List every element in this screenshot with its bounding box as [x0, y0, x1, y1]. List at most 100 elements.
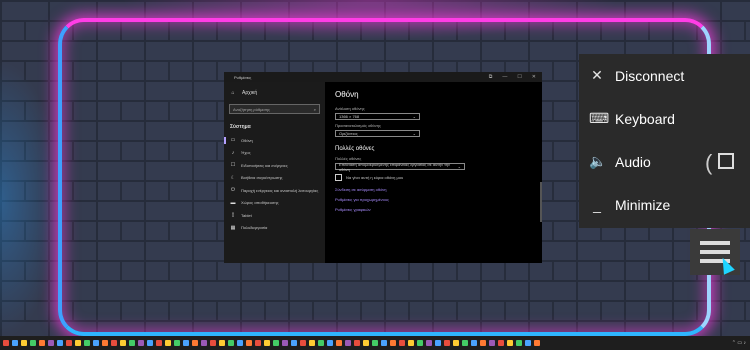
taskbar-app-icon[interactable]	[75, 340, 81, 346]
taskbar-app-icon[interactable]	[93, 340, 99, 346]
taskbar-app-icon[interactable]	[354, 340, 360, 346]
taskbar-app-icon[interactable]	[426, 340, 432, 346]
taskbar-app-icon[interactable]	[309, 340, 315, 346]
taskbar-app-icon[interactable]	[192, 340, 198, 346]
taskbar-app-icon[interactable]	[138, 340, 144, 346]
maximize-window-button[interactable]: ☐	[517, 74, 521, 80]
taskbar-app-icon[interactable]	[480, 340, 486, 346]
taskbar-app-icon[interactable]	[30, 340, 36, 346]
taskbar-app-icon[interactable]	[417, 340, 423, 346]
resolution-dropdown[interactable]: 1366 × 768 ⌄	[335, 113, 420, 120]
taskbar-app-icon[interactable]	[372, 340, 378, 346]
sidebar-item[interactable]: ♪ Ήχος	[224, 147, 325, 160]
resolution-label: Ανάλυση οθόνης	[335, 106, 365, 111]
sidebar-item[interactable]: ▯ Tablet	[224, 209, 325, 222]
partial-checkbox-icon	[718, 153, 734, 169]
taskbar-app-icon[interactable]	[381, 340, 387, 346]
close-window-button[interactable]: ✕	[532, 74, 536, 80]
taskbar-app-icon[interactable]	[201, 340, 207, 346]
sidebar-item-label: Πολυδιεργασία	[241, 225, 268, 231]
taskbar-app-icon[interactable]	[48, 340, 54, 346]
taskbar-app-icon[interactable]	[183, 340, 189, 346]
taskbar-app-icon[interactable]	[102, 340, 108, 346]
taskbar-app-icon[interactable]	[498, 340, 504, 346]
taskbar-app-icon[interactable]	[39, 340, 45, 346]
multiple-displays-label: Πολλές οθόνες	[335, 156, 362, 161]
orientation-dropdown[interactable]: Οριζόντιος ⌄	[335, 130, 420, 137]
taskbar-app-icon[interactable]	[507, 340, 513, 346]
taskbar-app-icon[interactable]	[327, 340, 333, 346]
advanced-settings-link[interactable]: Ρυθμίσεις για προχωρημένους	[335, 197, 532, 202]
taskbar-app-icon[interactable]	[399, 340, 405, 346]
graphics-settings-link[interactable]: Ρυθμίσεις γραφικών	[335, 207, 532, 212]
taskbar-app-icon[interactable]	[237, 340, 243, 346]
taskbar-app-icon[interactable]	[255, 340, 261, 346]
taskbar-app-icon[interactable]	[147, 340, 153, 346]
taskbar-app-icon[interactable]	[516, 340, 522, 346]
taskbar-app-icon[interactable]	[318, 340, 324, 346]
settings-window: Ρυθμίσεις ⧉ — ☐ ✕ ⌂ Αρχική Αναζήτηση ρύθ…	[224, 72, 542, 263]
taskbar-app-icon[interactable]	[300, 340, 306, 346]
system-tray[interactable]: ⌃ ▭ ♪	[732, 340, 750, 346]
taskbar-app-icon[interactable]	[174, 340, 180, 346]
taskbar-app-icon[interactable]	[210, 340, 216, 346]
taskbar-app-icon[interactable]	[66, 340, 72, 346]
taskbar-app-icon[interactable]	[3, 340, 9, 346]
taskbar-app-icon[interactable]	[534, 340, 540, 346]
sidebar-home[interactable]: ⌂ Αρχική	[224, 82, 325, 100]
taskbar-app-icon[interactable]	[525, 340, 531, 346]
taskbar-app-icon[interactable]	[435, 340, 441, 346]
taskbar-app-icon[interactable]	[390, 340, 396, 346]
sidebar-item[interactable]: ▦ Πολυδιεργασία	[224, 222, 325, 235]
taskbar-app-icon[interactable]	[12, 340, 18, 346]
taskbar-app-icon[interactable]	[363, 340, 369, 346]
taskbar-app-icon[interactable]	[156, 340, 162, 346]
taskbar-app-icon[interactable]	[291, 340, 297, 346]
menu-item-minimize[interactable]: _ Minimize	[579, 183, 750, 226]
sidebar-item[interactable]: ▭ Οθόνη	[224, 134, 325, 147]
settings-search-input[interactable]: Αναζήτηση ρύθμισης ⌕	[229, 104, 320, 114]
taskbar-app-icon[interactable]	[246, 340, 252, 346]
partial-paren-glyph: (	[705, 150, 713, 175]
menu-item-keyboard[interactable]: ⌨ Keyboard	[579, 97, 750, 140]
remote-session-menu: ✕ Disconnect ⌨ Keyboard 🔈 Audio _ Minimize	[579, 54, 750, 228]
multiple-displays-dropdown[interactable]: Επέκταση απομακρυσμένης επιφάνειας εργασ…	[335, 162, 465, 172]
menu-item-disconnect[interactable]: ✕ Disconnect	[579, 54, 750, 97]
scrollbar[interactable]	[540, 182, 542, 222]
taskbar-app-icon[interactable]	[120, 340, 126, 346]
taskbar-app-icon[interactable]	[462, 340, 468, 346]
sidebar-item-label: Βοήθεια συγκέντρωσης	[241, 175, 283, 181]
sidebar-item[interactable]: ▬ Χώρος αποθήκευσης	[224, 197, 325, 210]
monitor-icon: ▭	[230, 137, 236, 144]
taskbar-app-icon[interactable]	[453, 340, 459, 346]
taskbar-app-icon[interactable]	[345, 340, 351, 346]
taskbar-app-icon[interactable]	[264, 340, 270, 346]
taskbar-app-icon[interactable]	[111, 340, 117, 346]
main-display-checkbox[interactable]: Να γίνει αυτή η κύρια οθόνη μου	[335, 174, 532, 181]
compact-overlay-button[interactable]: ⧉	[489, 74, 493, 80]
taskbar-app-icon[interactable]	[84, 340, 90, 346]
sidebar-item[interactable]: ☾ Βοήθεια συγκέντρωσης	[224, 172, 325, 185]
taskbar-app-icon[interactable]	[282, 340, 288, 346]
sidebar-item[interactable]: ☐ Ειδοποιήσεις και ενέργειες	[224, 159, 325, 172]
taskbar-app-icon[interactable]	[273, 340, 279, 346]
sidebar-item[interactable]: ⏻ Παροχή ενέργειας και αναστολή λειτουργί…	[224, 184, 325, 197]
sidebar-group-title: Σύστημα	[230, 124, 251, 130]
taskbar: ⌃ ▭ ♪	[0, 336, 750, 350]
chevron-down-icon: ⌄	[457, 164, 461, 169]
focus-assist-icon: ☾	[230, 174, 236, 181]
taskbar-app-icon[interactable]	[219, 340, 225, 346]
taskbar-app-icon[interactable]	[408, 340, 414, 346]
wireless-display-link[interactable]: Σύνδεση σε ασύρματη οθόνη	[335, 187, 532, 192]
minimize-icon: _	[593, 196, 601, 213]
taskbar-app-icon[interactable]	[165, 340, 171, 346]
minimize-window-button[interactable]: —	[502, 74, 507, 80]
taskbar-app-icon[interactable]	[21, 340, 27, 346]
taskbar-app-icon[interactable]	[471, 340, 477, 346]
taskbar-app-icon[interactable]	[129, 340, 135, 346]
taskbar-app-icon[interactable]	[444, 340, 450, 346]
taskbar-app-icon[interactable]	[489, 340, 495, 346]
taskbar-app-icon[interactable]	[336, 340, 342, 346]
taskbar-app-icon[interactable]	[57, 340, 63, 346]
taskbar-app-icon[interactable]	[228, 340, 234, 346]
